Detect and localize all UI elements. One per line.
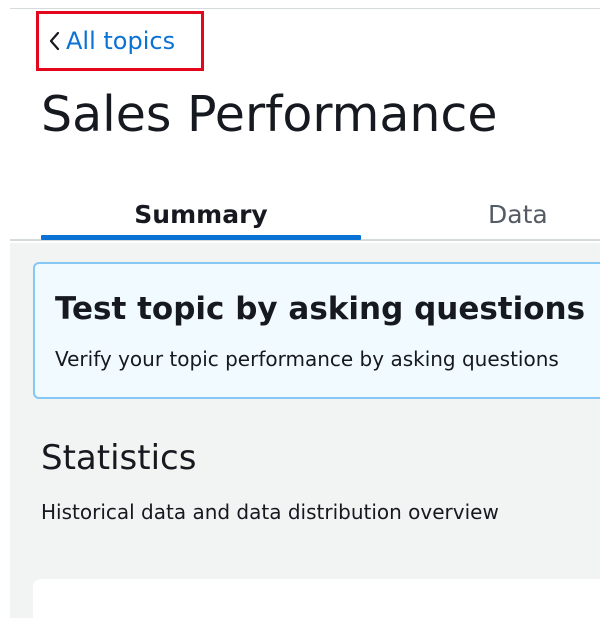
statistics-heading: Statistics (41, 438, 197, 478)
banner-title: Test topic by asking questions (55, 291, 586, 327)
statistics-card (33, 579, 600, 618)
tab-data[interactable]: Data (440, 186, 600, 242)
all-topics-label: All topics (66, 27, 176, 55)
page-title: Sales Performance (41, 86, 498, 143)
topic-page: All topics Sales Performance Summary Dat… (0, 0, 600, 618)
summary-content: Test topic by asking questions Verify yo… (10, 243, 600, 618)
active-tab-indicator (41, 235, 361, 240)
topic-tabs: Summary Data (0, 186, 600, 242)
chevron-left-icon (46, 28, 64, 54)
all-topics-link[interactable]: All topics (36, 11, 204, 71)
top-divider (10, 8, 600, 9)
tab-summary[interactable]: Summary (41, 186, 361, 242)
test-topic-banner: Test topic by asking questions Verify yo… (33, 262, 600, 399)
banner-text: Verify your topic performance by asking … (55, 347, 559, 371)
statistics-description: Historical data and data distribution ov… (41, 500, 499, 524)
